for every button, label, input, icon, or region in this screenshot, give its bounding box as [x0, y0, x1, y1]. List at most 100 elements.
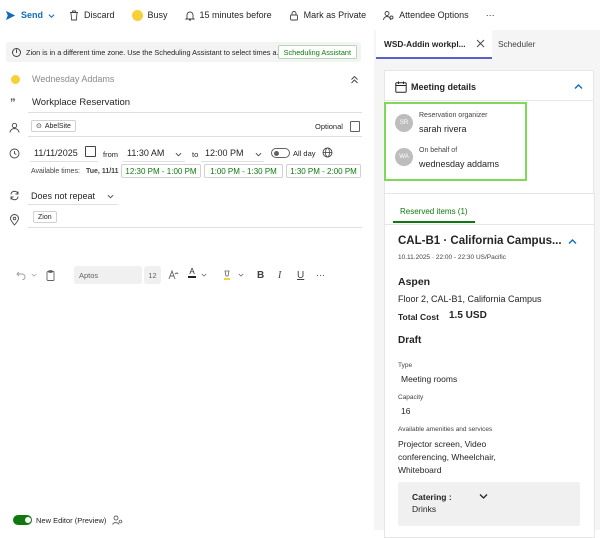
- collapse-icon[interactable]: [350, 75, 359, 84]
- total-cost-value: 1.5 USD: [449, 310, 487, 321]
- attendee-options-button[interactable]: Attendee Options: [383, 10, 469, 21]
- date-input[interactable]: 11/11/2025: [34, 148, 78, 158]
- attendee-field[interactable]: Wednesday Addams: [32, 74, 114, 84]
- scheduling-assistant-button[interactable]: Scheduling Assistant: [277, 45, 357, 59]
- text-style-icon[interactable]: [168, 268, 179, 282]
- all-day-label: All day: [293, 149, 316, 158]
- calendar-picker-icon[interactable]: [85, 146, 96, 157]
- end-time-chevron-icon[interactable]: [255, 151, 262, 158]
- font-color-icon[interactable]: A: [188, 268, 196, 282]
- chevron-down-icon[interactable]: [48, 12, 55, 19]
- command-toolbar: Send Discard Busy 15 minutes before Mark…: [0, 0, 600, 30]
- send-button[interactable]: Send: [5, 10, 55, 21]
- time-slot-2[interactable]: 1:00 PM - 1:30 PM: [204, 164, 283, 178]
- more-actions-button[interactable]: ···: [486, 10, 495, 20]
- start-time-input[interactable]: 11:30 AM: [127, 148, 164, 158]
- mark-private-button[interactable]: Mark as Private: [289, 10, 367, 21]
- editor-settings-icon[interactable]: [112, 515, 123, 525]
- organizer-label: Reservation organizer: [419, 112, 488, 119]
- location-underline: [28, 227, 362, 228]
- tab-wsd-addin-label: WSD-Addin workpl...: [384, 38, 466, 49]
- repeat-underline: [28, 204, 118, 205]
- font-size-select[interactable]: 12: [144, 266, 161, 284]
- reserved-item-time: 10.11.2025 · 22:00 - 22:30 US/Pacific: [398, 254, 506, 261]
- meeting-details-title: Meeting details: [411, 82, 477, 92]
- total-cost-label: Total Cost: [398, 312, 439, 322]
- attendee-chip[interactable]: ⊙ AbelSite: [31, 120, 76, 132]
- person-icon: [9, 122, 21, 134]
- behalf-label: On behalf of: [419, 147, 458, 154]
- new-editor-toggle[interactable]: [13, 515, 32, 525]
- chevron-up-icon[interactable]: [568, 238, 577, 245]
- avatar: SR: [395, 114, 413, 132]
- room-location: Floor 2, CAL-B1, California Campus: [398, 294, 542, 304]
- attendee-underline: [28, 136, 362, 137]
- more-format-button[interactable]: ···: [316, 268, 325, 282]
- reserved-item-title: CAL-B1 · California Campus...: [398, 235, 562, 247]
- discard-label: Discard: [84, 10, 115, 20]
- time-slot-3[interactable]: 1:30 PM - 2:00 PM: [286, 164, 361, 178]
- people-settings-icon: [383, 10, 394, 21]
- divider: [385, 224, 594, 225]
- font-color-chevron-icon[interactable]: [201, 268, 207, 282]
- tab-wsd-addin[interactable]: WSD-Addin workpl...: [376, 30, 492, 59]
- highlight-icon[interactable]: [222, 268, 232, 282]
- end-time-input[interactable]: 12:00 PM: [205, 148, 244, 158]
- divider: [385, 100, 593, 101]
- from-label: from: [103, 150, 118, 159]
- bold-icon[interactable]: B: [257, 268, 264, 282]
- timezone-banner: i Zion is in a different time zone. Use …: [6, 42, 361, 62]
- catering-value: Drinks: [412, 504, 437, 514]
- amenities-value: Projector screen, Video conferencing, Wh…: [398, 439, 496, 475]
- catering-label: Catering :: [412, 492, 452, 502]
- behalf-name: wednesday addams: [419, 159, 500, 169]
- banner-text: Zion is in a different time zone. Use th…: [26, 47, 283, 57]
- highlight-chevron-icon[interactable]: [238, 268, 244, 282]
- lock-icon: [289, 10, 299, 21]
- reminder-label: 15 minutes before: [199, 10, 272, 20]
- chevron-up-icon[interactable]: [574, 83, 583, 90]
- italic-icon[interactable]: I: [278, 268, 281, 282]
- undo-chevron-icon[interactable]: [31, 268, 37, 282]
- optional-link[interactable]: Optional: [315, 122, 343, 131]
- repeat-icon: [9, 190, 21, 202]
- repeat-chevron-icon[interactable]: [107, 193, 114, 200]
- status-label: Draft: [398, 335, 422, 346]
- globe-icon[interactable]: [322, 147, 333, 158]
- private-label: Mark as Private: [303, 10, 367, 20]
- clock-icon: [9, 148, 21, 160]
- title-underline: [28, 112, 362, 113]
- busy-status-button[interactable]: Busy: [131, 9, 168, 21]
- room-name: Aspen: [398, 276, 431, 288]
- end-underline: [201, 161, 264, 162]
- attendee-chip-label: AbelSite: [44, 122, 71, 130]
- chevron-down-icon[interactable]: [479, 493, 488, 500]
- type-value: Meeting rooms: [401, 374, 458, 384]
- compose-pane: i Zion is in a different time zone. Use …: [0, 30, 374, 530]
- discard-button[interactable]: Discard: [69, 10, 115, 21]
- location-chip-label: Zion: [38, 213, 52, 221]
- tab-reserved-items[interactable]: Reserved items (1): [393, 201, 475, 223]
- available-day-label: Tue, 11/11: [86, 168, 119, 175]
- clipboard-icon[interactable]: [46, 268, 55, 282]
- font-family-select[interactable]: Aptos: [74, 266, 142, 284]
- date-underline: [30, 161, 98, 162]
- time-slot-1[interactable]: 12:30 PM - 1:00 PM: [121, 164, 201, 178]
- address-book-icon[interactable]: [350, 121, 360, 132]
- close-icon[interactable]: [476, 39, 485, 48]
- pane-tabs: WSD-Addin workpl... Scheduler: [374, 30, 600, 59]
- underline-icon[interactable]: U: [297, 268, 304, 282]
- title-input[interactable]: Workplace Reservation: [32, 97, 130, 108]
- start-time-chevron-icon[interactable]: [175, 151, 182, 158]
- catering-section[interactable]: Catering : Drinks: [398, 482, 580, 526]
- tab-scheduler[interactable]: Scheduler: [498, 30, 535, 58]
- repeat-dropdown[interactable]: Does not repeat: [31, 191, 95, 201]
- start-underline: [123, 161, 185, 162]
- reminder-button[interactable]: 15 minutes before: [184, 10, 272, 21]
- location-chip[interactable]: Zion: [33, 211, 57, 223]
- undo-icon[interactable]: [16, 268, 26, 282]
- capacity-label: Capacity: [398, 394, 424, 401]
- busy-label: Busy: [147, 10, 168, 20]
- capacity-value: 16: [401, 406, 411, 416]
- all-day-toggle[interactable]: [271, 148, 290, 158]
